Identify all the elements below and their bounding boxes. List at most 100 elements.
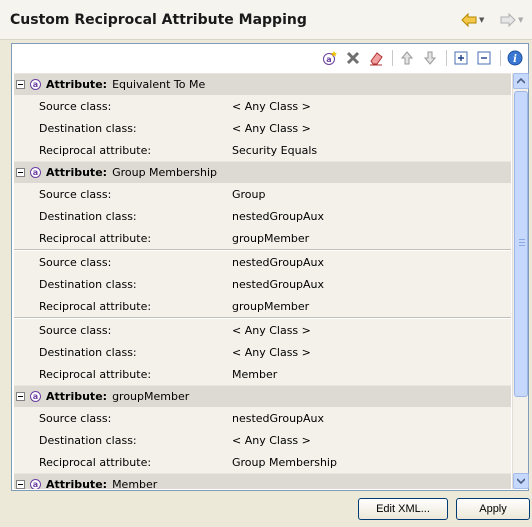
mapping-row[interactable]: Reciprocal attribute: Security Equals (14, 139, 511, 161)
view-titlebar: Custom Reciprocal Attribute Mapping ▼ ▼ (0, 0, 532, 40)
collapse-toggle[interactable] (16, 392, 25, 401)
move-down-button[interactable] (421, 49, 439, 67)
eraser-icon (370, 52, 383, 66)
reciprocal-attribute-label: Reciprocal attribute: (39, 367, 152, 381)
destination-class-label: Destination class: (39, 433, 137, 447)
scroll-up-button[interactable] (513, 73, 529, 89)
delete-button[interactable] (344, 49, 362, 67)
mapping-tree: a Attribute: Equivalent To Me Source cla… (14, 73, 511, 489)
page-title: Custom Reciprocal Attribute Mapping (10, 12, 307, 28)
back-button[interactable]: ▼ (461, 10, 484, 30)
destination-class-value: < Any Class > (232, 345, 311, 359)
attribute-icon: a (30, 479, 41, 489)
attribute-name: Group Membership (112, 166, 218, 179)
toolbar-separator (392, 50, 393, 66)
chevron-down-icon (517, 478, 525, 484)
source-class-label: Source class: (39, 99, 112, 113)
mapping-row[interactable]: Source class: < Any Class > (14, 95, 511, 117)
move-down-icon (424, 51, 436, 65)
edit-xml-button[interactable]: Edit XML... (358, 498, 448, 520)
source-class-label: Source class: (39, 323, 112, 337)
reciprocal-attribute-label: Reciprocal attribute: (39, 231, 152, 245)
attribute-label: Attribute: (46, 478, 108, 489)
destination-class-value: < Any Class > (232, 121, 311, 135)
grip-line (519, 239, 525, 240)
move-up-button[interactable] (398, 49, 416, 67)
arrow-left-icon (461, 13, 477, 27)
mapping-row[interactable]: Destination class: nestedGroupAux (14, 273, 511, 295)
collapse-all-button[interactable] (475, 49, 493, 67)
mapping-row[interactable]: Source class: nestedGroupAux (14, 251, 511, 273)
attribute-icon: a (30, 167, 41, 178)
scroll-thumb[interactable] (514, 91, 528, 397)
vertical-scrollbar[interactable] (512, 73, 529, 489)
expand-all-button[interactable] (452, 49, 470, 67)
scroll-down-button[interactable] (513, 473, 529, 489)
reciprocal-attribute-label: Reciprocal attribute: (39, 299, 152, 313)
attribute-group-header[interactable]: a Attribute: Equivalent To Me (14, 73, 511, 95)
source-class-value: nestedGroupAux (232, 411, 325, 425)
attribute-name: Equivalent To Me (112, 78, 206, 91)
mapping-row[interactable]: Destination class: < Any Class > (14, 341, 511, 363)
reciprocal-attribute-value: groupMember (232, 299, 310, 313)
attribute-label: Attribute: (46, 78, 108, 91)
destination-class-value: nestedGroupAux (232, 277, 325, 291)
svg-text:a: a (326, 55, 331, 64)
mapping-row[interactable]: Destination class: < Any Class > (14, 429, 511, 451)
reciprocal-attribute-label: Reciprocal attribute: (39, 143, 152, 157)
destination-class-label: Destination class: (39, 277, 137, 291)
chevron-down-icon[interactable]: ▼ (479, 16, 484, 24)
source-class-label: Source class: (39, 411, 112, 425)
toolbar-separator (500, 50, 501, 66)
attribute-group-header[interactable]: a Attribute: Member (14, 473, 511, 489)
attribute-icon: a (30, 79, 41, 90)
move-up-icon (401, 51, 413, 65)
info-icon: i (507, 50, 523, 66)
attribute-label: Attribute: (46, 166, 108, 179)
attribute-group-header[interactable]: a Attribute: Group Membership (14, 161, 511, 183)
source-class-label: Source class: (39, 255, 112, 269)
attribute-name: groupMember (112, 390, 190, 403)
clear-button[interactable] (367, 49, 385, 67)
collapse-toggle[interactable] (16, 168, 25, 177)
add-attribute-icon: a (323, 51, 337, 65)
source-class-value: < Any Class > (232, 99, 311, 113)
chevron-up-icon (517, 78, 525, 84)
chevron-down-icon[interactable]: ▼ (518, 16, 523, 24)
mapping-row[interactable]: Destination class: < Any Class > (14, 117, 511, 139)
reciprocal-attribute-label: Reciprocal attribute: (39, 455, 152, 469)
mapping-row[interactable]: Source class: < Any Class > (14, 319, 511, 341)
attribute-name: Member (112, 478, 158, 489)
mapping-row[interactable]: Reciprocal attribute: Member (14, 363, 511, 385)
mapping-row[interactable]: Reciprocal attribute: Group Membership (14, 451, 511, 473)
apply-button[interactable]: Apply (456, 498, 530, 520)
source-class-label: Source class: (39, 187, 112, 201)
source-class-value: < Any Class > (232, 323, 311, 337)
svg-text:i: i (513, 54, 517, 65)
destination-class-value: nestedGroupAux (232, 209, 325, 223)
toolbar: a i (12, 44, 528, 72)
destination-class-label: Destination class: (39, 121, 137, 135)
collapse-toggle[interactable] (16, 80, 25, 89)
mapping-row[interactable]: Destination class: nestedGroupAux (14, 205, 511, 227)
grip-line (519, 242, 525, 243)
source-class-value: nestedGroupAux (232, 255, 325, 269)
reciprocal-attribute-value: Member (232, 367, 278, 381)
mapping-row[interactable]: Reciprocal attribute: groupMember (14, 227, 511, 249)
reciprocal-attribute-value: Group Membership (232, 455, 337, 469)
forward-button[interactable]: ▼ (500, 10, 523, 30)
add-attribute-button[interactable]: a (321, 49, 339, 67)
source-class-value: Group (232, 187, 266, 201)
attribute-group-header[interactable]: a Attribute: groupMember (14, 385, 511, 407)
grip-line (519, 245, 525, 246)
info-button[interactable]: i (506, 49, 524, 67)
collapse-toggle[interactable] (16, 480, 25, 489)
mapping-row[interactable]: Source class: Group (14, 183, 511, 205)
mapping-row[interactable]: Source class: nestedGroupAux (14, 407, 511, 429)
arrow-right-icon (500, 13, 516, 27)
mapping-row[interactable]: Reciprocal attribute: groupMember (14, 295, 511, 317)
destination-class-label: Destination class: (39, 209, 137, 223)
attribute-icon: a (30, 391, 41, 402)
attribute-label: Attribute: (46, 390, 108, 403)
reciprocal-attribute-value: groupMember (232, 231, 310, 245)
